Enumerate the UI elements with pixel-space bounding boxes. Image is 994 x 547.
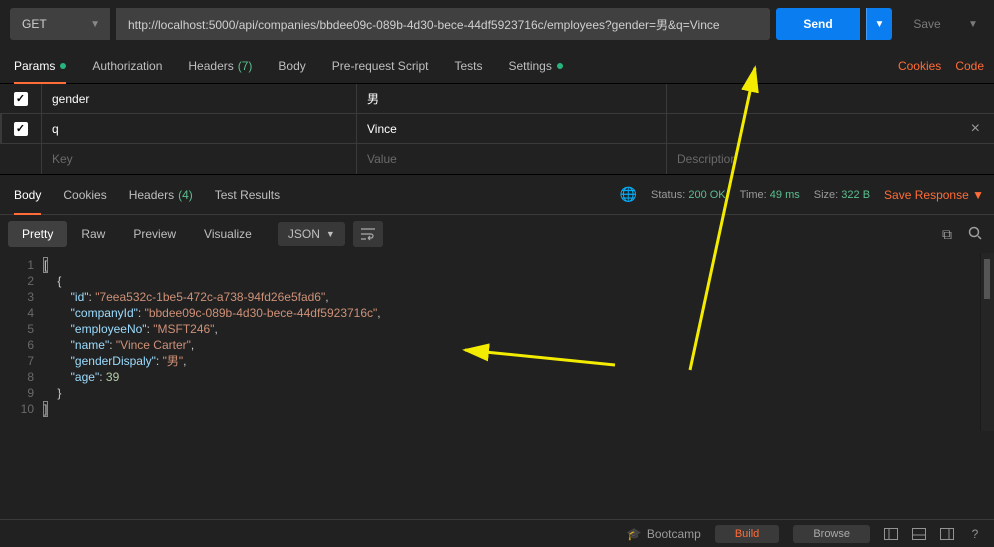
chevron-down-icon: ▼ (326, 229, 335, 239)
help-icon[interactable]: ? (968, 527, 982, 541)
delete-row-icon[interactable]: × (971, 120, 980, 138)
param-desc-cell[interactable] (667, 84, 994, 113)
bootcamp-button[interactable]: 🎓 Bootcamp (627, 527, 701, 541)
param-row-checkbox[interactable]: ✓ (14, 92, 28, 106)
panel-bottom-icon[interactable] (912, 527, 926, 541)
status-time: 49 ms (770, 189, 800, 201)
copy-icon[interactable]: ⧉ (942, 226, 952, 243)
request-url-text: http://localhost:5000/api/companies/bbde… (128, 16, 720, 33)
param-value-cell[interactable]: Vince (357, 114, 667, 143)
panel-left-icon[interactable] (884, 527, 898, 541)
response-tab-headers[interactable]: Headers (4) (129, 175, 193, 215)
response-tab-cookies[interactable]: Cookies (63, 175, 106, 215)
save-response-button[interactable]: Save Response ▼ (884, 188, 984, 202)
dot-indicator-icon (60, 63, 66, 69)
save-dropdown[interactable]: ▼ (962, 8, 984, 40)
panel-right-icon[interactable] (940, 527, 954, 541)
browse-tab[interactable]: Browse (793, 525, 870, 543)
param-key-cell[interactable]: gender (42, 84, 357, 113)
tab-body[interactable]: Body (278, 48, 305, 84)
param-value-placeholder[interactable]: Value (357, 144, 667, 174)
code-link[interactable]: Code (955, 59, 984, 73)
content-type-select[interactable]: JSON ▼ (278, 222, 345, 246)
status-size: 322 B (841, 189, 870, 201)
build-tab[interactable]: Build (715, 525, 779, 543)
tab-prerequest[interactable]: Pre-request Script (332, 48, 429, 84)
dot-indicator-icon (557, 63, 563, 69)
tab-headers[interactable]: Headers (7) (188, 48, 252, 84)
param-desc-cell[interactable] (667, 114, 994, 143)
bootcamp-icon: 🎓 (627, 527, 642, 541)
line-number-gutter: 12345678910 (0, 253, 44, 431)
param-value-cell[interactable]: 男 (357, 84, 667, 113)
status-code: 200 OK (688, 189, 725, 201)
wrap-lines-button[interactable] (353, 221, 383, 247)
param-key-cell[interactable]: q (42, 114, 357, 143)
minimap[interactable] (980, 253, 994, 431)
send-dropdown[interactable]: ▼ (866, 8, 892, 40)
http-method-select[interactable]: GET ▼ (10, 8, 110, 40)
http-method-label: GET (22, 17, 47, 31)
response-tab-testresults[interactable]: Test Results (215, 175, 280, 215)
tab-params[interactable]: Params (14, 48, 66, 84)
param-row-checkbox[interactable]: ✓ (14, 122, 28, 136)
save-button[interactable]: Save (898, 8, 956, 40)
search-icon[interactable] (968, 226, 982, 243)
view-visualize[interactable]: Visualize (190, 221, 266, 247)
view-raw[interactable]: Raw (67, 221, 119, 247)
view-preview[interactable]: Preview (119, 221, 190, 247)
response-tab-body[interactable]: Body (14, 175, 41, 215)
tab-tests[interactable]: Tests (454, 48, 482, 84)
param-desc-placeholder[interactable]: Description (667, 144, 994, 174)
request-url-input[interactable]: http://localhost:5000/api/companies/bbde… (116, 8, 770, 40)
tab-settings[interactable]: Settings (509, 48, 563, 84)
chevron-down-icon: ▼ (90, 19, 100, 30)
view-pretty[interactable]: Pretty (8, 221, 67, 247)
param-key-placeholder[interactable]: Key (42, 144, 357, 174)
tab-authorization[interactable]: Authorization (92, 48, 162, 84)
wrap-icon (360, 227, 376, 241)
globe-icon[interactable]: 🌐 (620, 186, 637, 203)
response-body-editor[interactable]: 12345678910 [ { "id": "7eea532c-1be5-472… (0, 253, 994, 431)
params-table: ✓ gender 男 ≡ ✓ q Vince × Key Value Descr… (0, 84, 994, 175)
cookies-link[interactable]: Cookies (898, 59, 941, 73)
status-bar: 🎓 Bootcamp Build Browse ? (0, 519, 994, 547)
send-button[interactable]: Send (776, 8, 860, 40)
